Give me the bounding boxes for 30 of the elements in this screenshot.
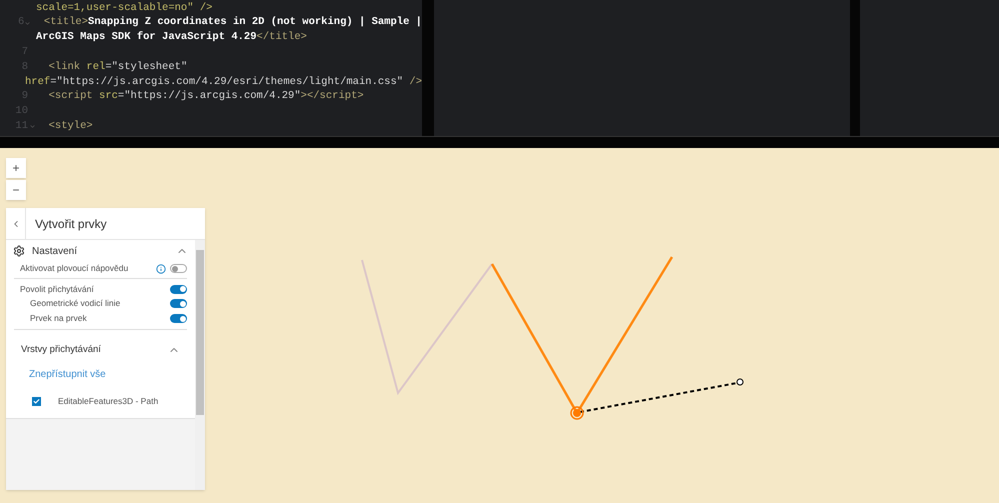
toggle-switch[interactable] bbox=[170, 314, 187, 323]
toggle-switch[interactable] bbox=[170, 284, 187, 294]
code-line: <style> bbox=[48, 118, 93, 134]
section-title: Vrstvy přichytávání bbox=[21, 342, 102, 357]
toggle-label: Geometrické vodicí linie bbox=[30, 297, 122, 310]
code-line: <script src="https://js.arcgis.com/4.29"></script> bbox=[48, 89, 364, 104]
scrollbar[interactable] bbox=[195, 240, 205, 490]
vertex-marker bbox=[570, 406, 584, 420]
pane-splitter[interactable] bbox=[0, 136, 999, 148]
toggle-label: Povolit přichytávání bbox=[20, 282, 95, 296]
zoom-in-button[interactable]: + bbox=[6, 158, 26, 178]
code-line: <link rel="stylesheet" bbox=[48, 60, 188, 75]
zoom-out-button[interactable]: − bbox=[6, 180, 26, 200]
toggle-label: Aktivovat plovoucí nápovědu bbox=[20, 262, 130, 275]
layer-checkbox[interactable] bbox=[32, 396, 41, 406]
layer-label: EditableFeatures3D - Path bbox=[58, 394, 158, 408]
toggle-switch[interactable] bbox=[170, 299, 187, 308]
settings-icon bbox=[13, 245, 25, 257]
fold-icon[interactable] bbox=[28, 123, 36, 130]
code-line: <title>Snapping Z coordinates in 2D (not working) | Sample | bbox=[42, 15, 422, 30]
toggle-label: Prvek na prvek bbox=[30, 312, 88, 325]
fold-icon[interactable] bbox=[24, 20, 32, 27]
code-line: scale=1,user-scalable=no" /> bbox=[36, 0, 212, 16]
map-view[interactable]: + − Vytvořit prvky Nastavení Aktivovat plovoucí nápovědu Povolit přichytávání Geometrické vodicí linie Prvek na prvek Vrstvy přichytávání Znepřístupnit vše EditableFeatures3D - Path bbox=[0, 148, 999, 503]
code-line: ArcGIS Maps SDK for JavaScript 4.29</title> bbox=[36, 30, 307, 46]
info-icon[interactable] bbox=[156, 264, 166, 274]
code-line: href="https://js.arcgis.com/4.29/esri/themes/light/main.css" /> bbox=[25, 74, 422, 90]
panel-title: Vytvořit prvky bbox=[35, 216, 107, 232]
toggle-switch[interactable] bbox=[170, 264, 187, 273]
section-title: Nastavení bbox=[32, 244, 78, 258]
